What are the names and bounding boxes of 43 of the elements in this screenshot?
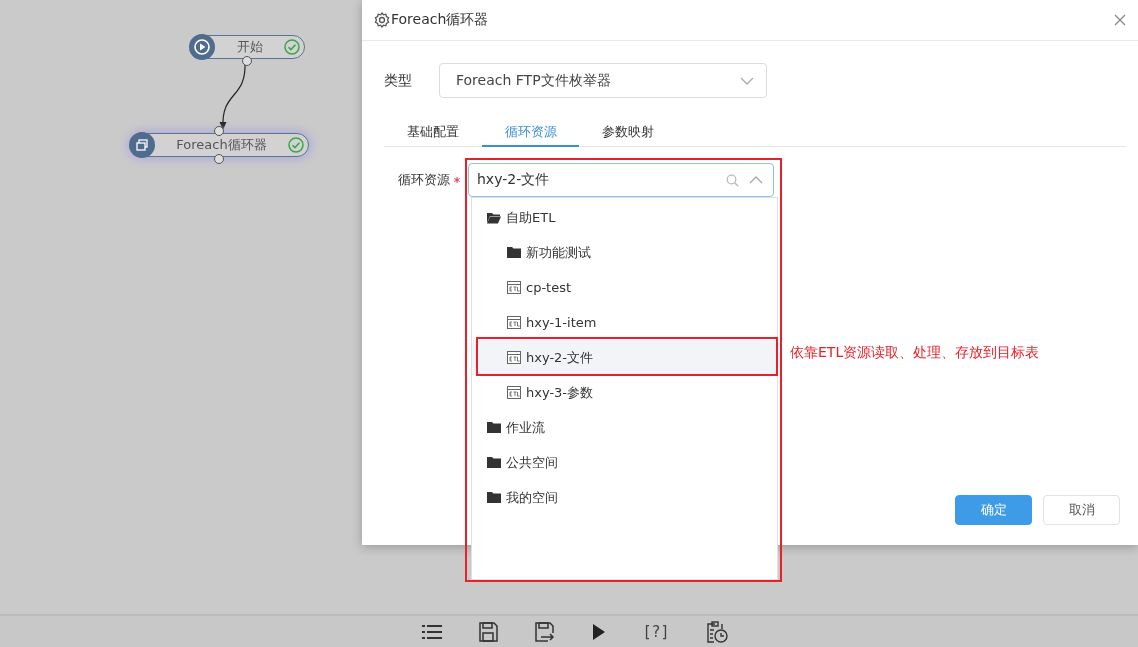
document-icon — [507, 281, 521, 294]
annotation-text: 依靠ETL资源读取、处理、存放到目标表 — [790, 344, 1040, 362]
dialog-title: Foreach循环器 — [391, 11, 490, 29]
tab[interactable]: 基础配置 — [384, 123, 482, 147]
cancel-button[interactable]: 取消 — [1043, 495, 1120, 525]
clipboard-clock-icon[interactable] — [705, 620, 728, 643]
flow-node[interactable]: 开始 — [190, 35, 305, 59]
field-label: 循环资源 — [398, 171, 450, 189]
save-icon[interactable] — [478, 621, 499, 642]
chevron-up-icon — [749, 176, 763, 184]
close-icon[interactable] — [1114, 14, 1126, 26]
settings-icon — [374, 12, 390, 28]
type-select[interactable]: Foreach FTP文件枚举器 — [439, 63, 767, 98]
help-button[interactable]: [?] — [642, 622, 670, 641]
tab[interactable]: 循环资源 — [482, 123, 579, 147]
tree-item[interactable]: 新功能测试 — [472, 235, 777, 270]
chevron-down-icon — [740, 76, 754, 85]
flow-node[interactable]: Foreach循环器 — [130, 133, 309, 157]
node-label: 开始 — [235, 38, 264, 56]
tab[interactable]: 参数映射 — [579, 123, 677, 147]
tree-item[interactable]: 自助ETL — [472, 200, 777, 235]
field-label: 类型 — [384, 71, 413, 90]
save-export-icon[interactable] — [534, 621, 557, 642]
tree-item[interactable]: cp-test — [472, 270, 777, 305]
node-label: Foreach循环器 — [175, 136, 268, 154]
tree-item[interactable]: 公共空间 — [472, 445, 777, 480]
list-icon[interactable] — [422, 622, 443, 641]
document-icon — [507, 316, 521, 329]
stack-icon — [129, 132, 155, 158]
tree-item[interactable]: hxy-2-文件 — [472, 340, 777, 375]
port-handle[interactable] — [214, 154, 224, 164]
port-handle[interactable] — [242, 56, 252, 66]
search-icon — [726, 173, 739, 187]
tree-item[interactable]: 作业流 — [472, 410, 777, 445]
tree-item[interactable]: 我的空间 — [472, 480, 777, 515]
document-icon — [507, 351, 521, 364]
document-icon — [507, 386, 521, 399]
resource-select-field[interactable]: hxy-2-文件 — [468, 163, 774, 197]
port-handle[interactable] — [214, 126, 224, 136]
play-icon[interactable] — [592, 622, 607, 641]
tree-item[interactable]: hxy-3-参数 — [472, 375, 777, 410]
tree-item[interactable]: hxy-1-item — [472, 305, 777, 340]
play-icon — [189, 34, 215, 60]
